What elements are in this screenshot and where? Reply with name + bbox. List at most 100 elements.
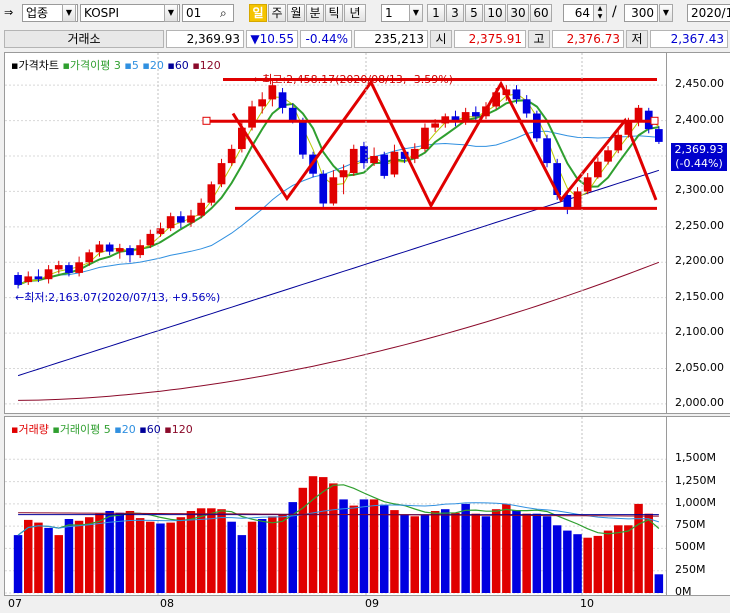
- ma60-line: [17, 169, 660, 377]
- legend-volume-ma: 거래이평: [59, 423, 101, 436]
- volume-bar: [176, 517, 186, 593]
- volume-bar: [95, 513, 104, 593]
- open-value: 2,375.91: [454, 30, 526, 48]
- market-type-value: 업종: [26, 6, 49, 20]
- total-count-dropdown[interactable]: ▼: [659, 4, 673, 22]
- unit-dropdown[interactable]: ▼: [409, 4, 423, 22]
- candle-body: [24, 276, 33, 283]
- period-month-button[interactable]: 월: [287, 4, 305, 22]
- interval-3-button[interactable]: 3: [446, 4, 464, 22]
- view-count-spinner[interactable]: ▲ ▼: [593, 4, 607, 22]
- candle-body: [14, 275, 22, 285]
- volume-chart-panel[interactable]: ▪거래량 ▪거래이평 5 ▪20 ▪60 ▪120: [4, 416, 667, 596]
- vma5-line: [17, 484, 660, 536]
- volume-bar: [380, 504, 389, 593]
- search-icon[interactable]: ⌕: [220, 6, 227, 21]
- candle-body: [370, 156, 378, 164]
- candle-body: [95, 244, 104, 253]
- total-count-field[interactable]: 300: [624, 4, 658, 22]
- date-field[interactable]: 2020/10: [687, 4, 730, 22]
- interval-5-button[interactable]: 5: [465, 4, 483, 22]
- legend-vma60: 60: [146, 423, 161, 436]
- volume-chart[interactable]: [5, 417, 666, 595]
- volume-bar: [308, 476, 318, 593]
- candle-body: [543, 138, 551, 164]
- volume-bar: [359, 499, 369, 593]
- volume-bar: [461, 503, 470, 593]
- price-y-axis: 2,450.002,400.002,350.002,300.002,250.00…: [667, 52, 730, 414]
- view-count-value: 64: [574, 6, 590, 20]
- x-tick: 10: [580, 597, 594, 610]
- volume-bar: [196, 508, 206, 593]
- volume-bar: [44, 527, 53, 593]
- code-value: 01: [186, 6, 202, 20]
- candle-body: [512, 89, 521, 100]
- candle-body: [431, 123, 439, 128]
- current-price-tag-value: 2,369.93: [674, 143, 724, 156]
- period-year-button[interactable]: 년: [344, 4, 366, 22]
- candle-body: [533, 113, 541, 139]
- volume-bar: [491, 509, 501, 593]
- volume-y-tick: 250M: [675, 562, 706, 576]
- candle-body: [614, 134, 623, 151]
- volume-bar: [85, 517, 94, 593]
- interval-1-button[interactable]: 1: [427, 4, 445, 22]
- volume-bar: [135, 518, 145, 593]
- x-tick: 08: [160, 597, 174, 610]
- candle-body: [44, 269, 53, 280]
- volume-bar: [24, 519, 33, 593]
- market-type-dropdown[interactable]: ▼: [62, 4, 76, 22]
- vma20-line: [17, 502, 660, 536]
- candle-body: [472, 112, 480, 117]
- candle-body: [573, 191, 582, 207]
- volume-bar: [430, 511, 440, 593]
- candle-body: [136, 245, 144, 256]
- high-value: 2,376.73: [552, 30, 624, 48]
- legend-ma60: 60: [174, 59, 189, 72]
- period-week-button[interactable]: 주: [268, 4, 286, 22]
- volume-bar: [644, 513, 653, 593]
- candle-body: [278, 92, 287, 108]
- price-chart-panel[interactable]: ▪가격차트 ▪가격이평 3 ▪5 ▪20 ▪60 ▪120 ←최고:2,458.…: [4, 52, 667, 414]
- interval-10-button[interactable]: 10: [484, 4, 506, 22]
- candle-body: [349, 148, 358, 173]
- period-tick-button[interactable]: 틱: [325, 4, 343, 22]
- price-y-tick: 2,200.00: [675, 254, 724, 268]
- volume-y-tick: 1,500M: [675, 451, 716, 465]
- volume-bar: [410, 516, 419, 593]
- volume-bar: [542, 516, 552, 593]
- interval-60-button[interactable]: 60: [530, 4, 552, 22]
- volume-bar: [339, 499, 348, 593]
- candle-body: [166, 216, 175, 229]
- candle-body: [594, 161, 602, 178]
- legend-price-chart: 가격차트: [18, 59, 59, 72]
- volume-bar: [166, 522, 175, 593]
- volume-bar: [552, 525, 562, 593]
- volume-bar: [624, 525, 633, 593]
- volume-bar: [257, 519, 267, 593]
- volume-bar: [614, 525, 623, 593]
- current-price-tag: 2,369.93 (-0.44%): [671, 143, 727, 171]
- legend-volume: 거래량: [18, 423, 49, 436]
- candle-body: [380, 154, 389, 176]
- channel-handle: [650, 116, 659, 125]
- volume-bar: [146, 521, 155, 593]
- legend-vma5: 5: [103, 423, 111, 436]
- index-dropdown[interactable]: ▼: [164, 4, 178, 22]
- volume-bar: [603, 530, 613, 593]
- volume-bar: [369, 499, 379, 593]
- candle-body: [85, 252, 94, 263]
- volume-bar: [74, 520, 84, 593]
- period-day-button[interactable]: 일: [249, 4, 267, 22]
- interval-30-button[interactable]: 30: [507, 4, 529, 22]
- period-minute-button[interactable]: 분: [306, 4, 324, 22]
- candle-body: [65, 265, 73, 273]
- volume-bar: [186, 511, 196, 593]
- volume-bar: [654, 574, 664, 593]
- menu-arrow-icon[interactable]: ⇒: [4, 6, 18, 20]
- price-chart[interactable]: [5, 53, 666, 413]
- price-y-tick: 2,100.00: [675, 325, 724, 339]
- volume-bar: [522, 513, 531, 593]
- x-tick: 09: [365, 597, 379, 610]
- volume-bar: [156, 523, 165, 593]
